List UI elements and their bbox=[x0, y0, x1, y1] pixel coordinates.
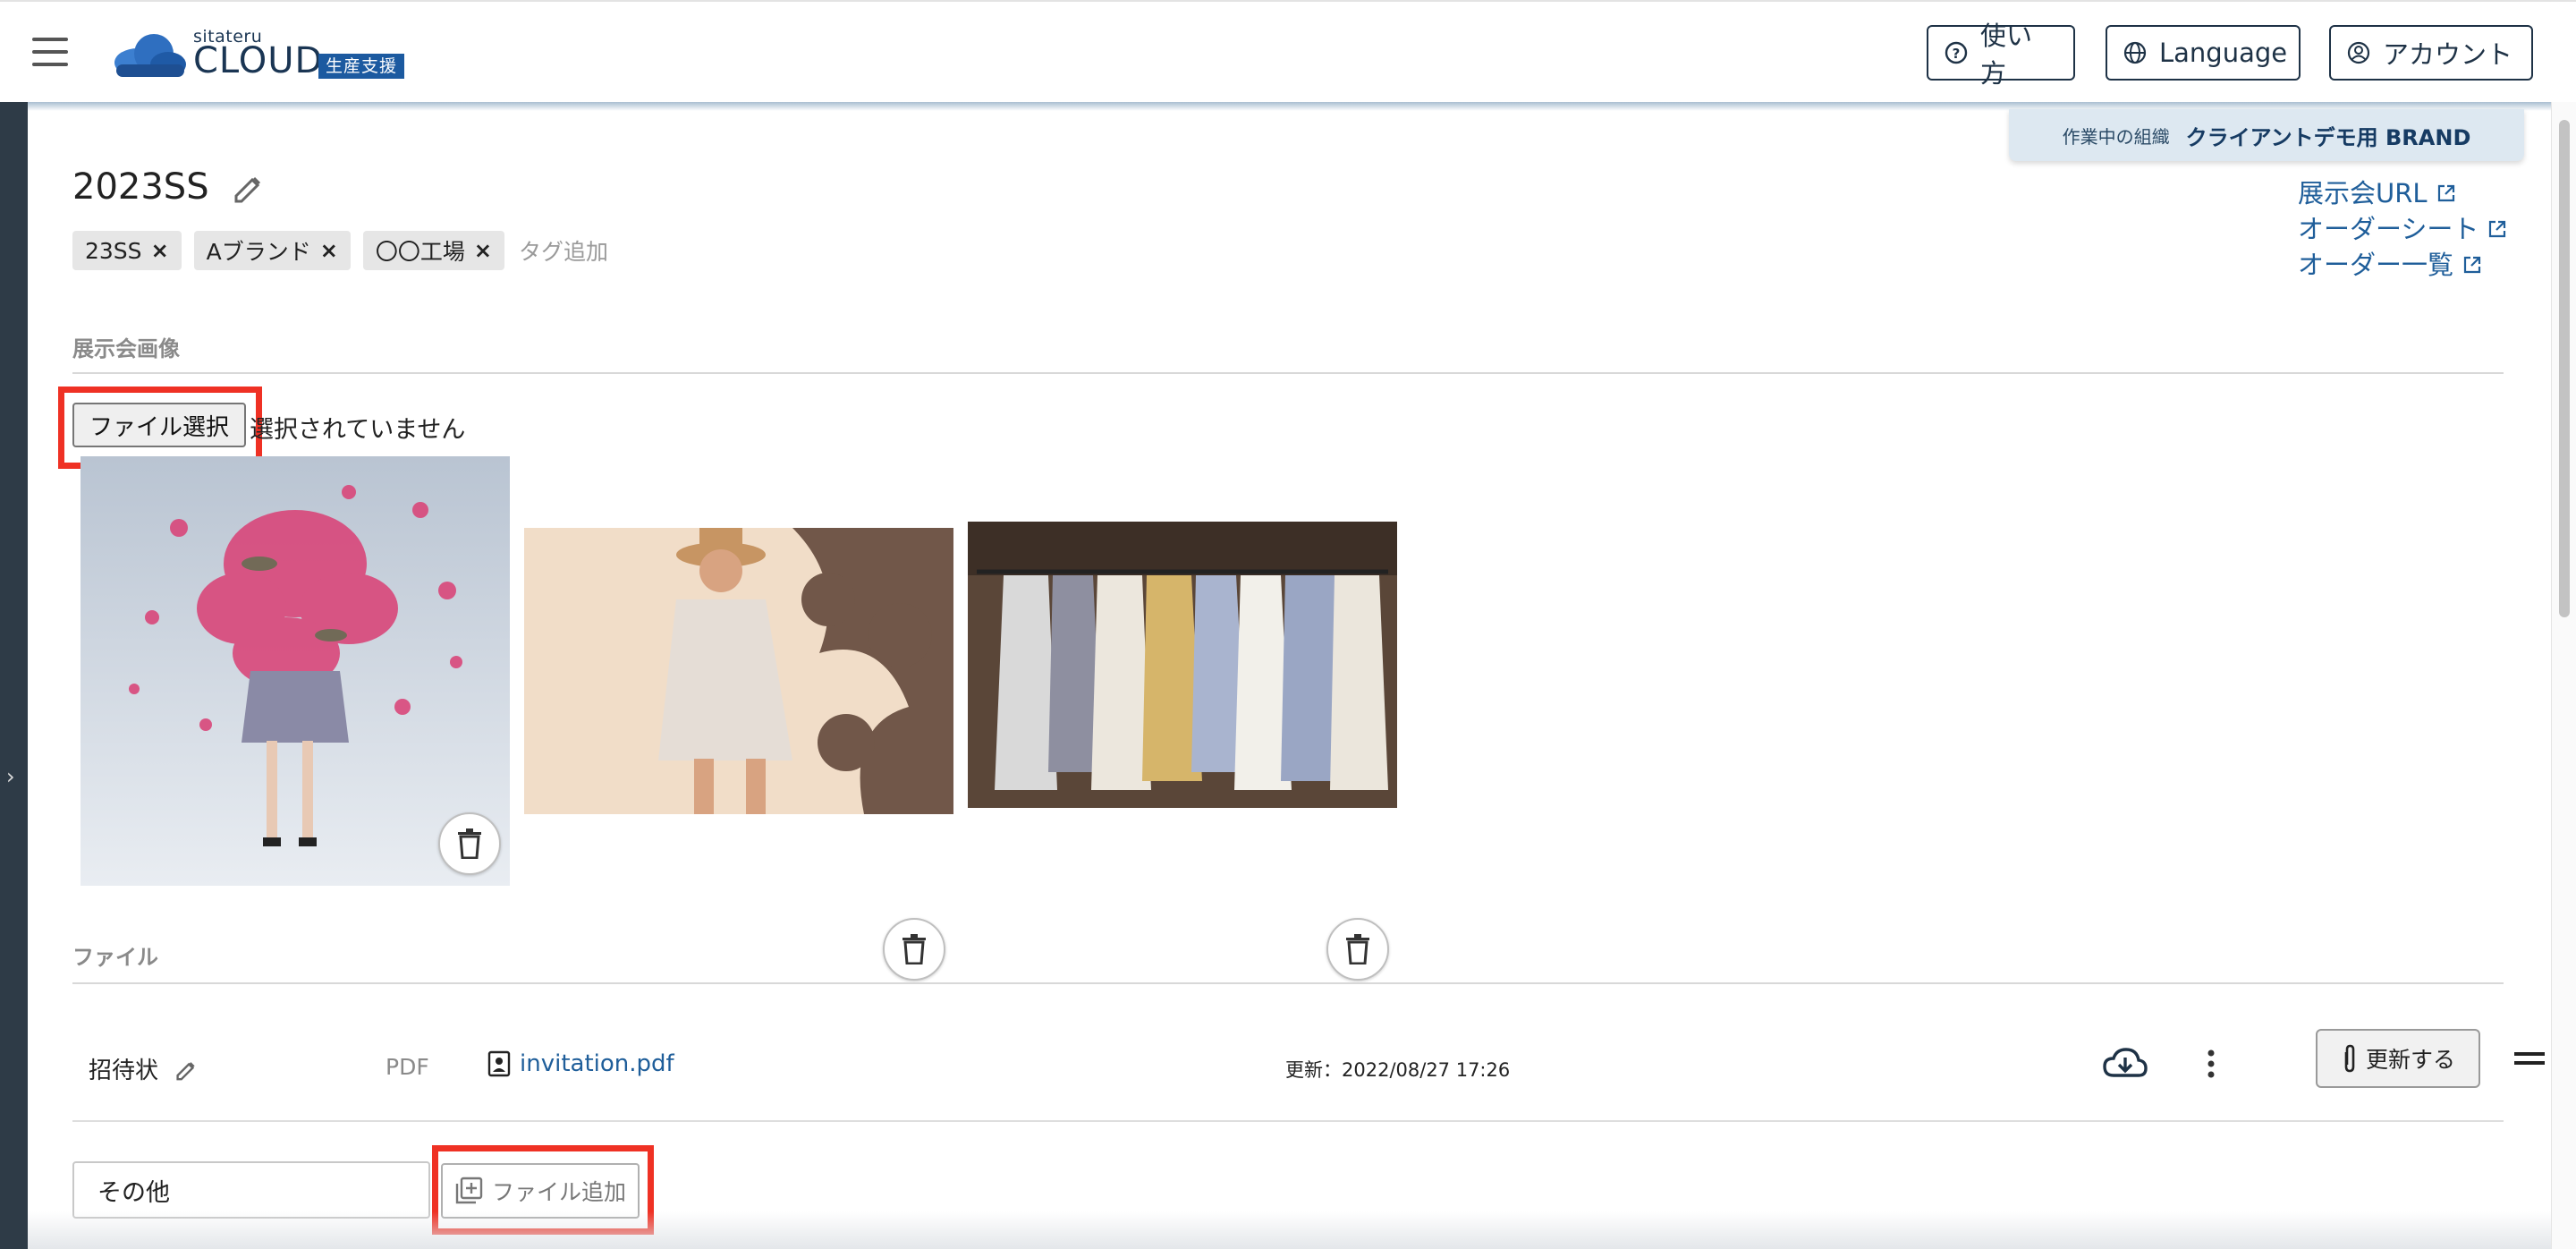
edit-pencil-icon[interactable] bbox=[229, 169, 265, 205]
page-title: 2023SS bbox=[72, 166, 265, 208]
tag-remove-icon[interactable]: × bbox=[474, 238, 492, 263]
more-vertical-icon[interactable] bbox=[2207, 1049, 2216, 1079]
language-label: Language bbox=[2159, 38, 2288, 68]
drag-handle-icon[interactable] bbox=[2514, 1052, 2545, 1065]
cloud-download-icon[interactable] bbox=[2103, 1047, 2148, 1079]
logo-badge: 生産支援 bbox=[318, 54, 405, 79]
chevron-right-icon[interactable]: › bbox=[6, 764, 15, 789]
woman-photo bbox=[524, 528, 953, 814]
delete-image-button[interactable] bbox=[1326, 918, 1389, 981]
external-links: 展示会URL オーダーシート オーダー一覧 bbox=[2298, 175, 2507, 283]
file-name: 招待状 bbox=[89, 1052, 198, 1085]
paperclip-icon bbox=[2341, 1043, 2359, 1074]
tag-chip: 〇〇工場 × bbox=[362, 231, 505, 270]
file-name-label: 招待状 bbox=[89, 1058, 159, 1084]
link-label: オーダー一覧 bbox=[2298, 250, 2454, 280]
sidebar-rail: › bbox=[0, 102, 28, 1249]
files-section-label: ファイル bbox=[72, 945, 158, 970]
delete-image-button[interactable] bbox=[883, 918, 945, 981]
tag-label: 23SS bbox=[85, 237, 142, 264]
scrollbar-thumb[interactable] bbox=[2559, 120, 2570, 617]
external-link-icon bbox=[2487, 219, 2507, 239]
link-label: 展示会URL bbox=[2298, 178, 2428, 208]
bottom-fade bbox=[28, 1211, 2551, 1249]
update-file-button[interactable]: 更新する bbox=[2316, 1029, 2480, 1088]
link-label: オーダーシート bbox=[2298, 214, 2479, 244]
add-file-label: ファイル追加 bbox=[491, 1179, 626, 1205]
file-link[interactable]: invitation.pdf bbox=[487, 1050, 674, 1077]
account-button[interactable]: アカウント bbox=[2329, 25, 2533, 81]
user-circle-icon bbox=[2347, 41, 2370, 64]
trash-icon bbox=[902, 934, 926, 964]
file-category-input[interactable] bbox=[72, 1161, 430, 1219]
add-file-button[interactable]: ファイル追加 bbox=[441, 1163, 640, 1219]
section-divider bbox=[72, 982, 2504, 984]
images-section-label: 展示会画像 bbox=[72, 336, 180, 361]
file-choose-button[interactable]: ファイル選択 bbox=[72, 403, 246, 447]
clothing-rack-photo bbox=[968, 522, 1397, 808]
scrollbar[interactable] bbox=[2551, 102, 2576, 1249]
external-link-icon bbox=[2436, 183, 2456, 203]
exhibition-image bbox=[80, 456, 510, 886]
tag-remove-icon[interactable]: × bbox=[151, 238, 169, 263]
update-file-label: 更新する bbox=[2365, 1047, 2455, 1073]
tag-label: 〇〇工場 bbox=[375, 239, 465, 265]
cloud-logo-icon bbox=[114, 34, 186, 77]
main-content: 作業中の組織 クライアントデモ用 BRAND 2023SS 23SS × Aブラ… bbox=[28, 102, 2551, 1249]
file-row: 招待状 PDF invitation.pdf 更新：2022/08/27 17:… bbox=[72, 1011, 2545, 1122]
file-type: PDF bbox=[386, 1054, 429, 1080]
no-file-selected-text: 選択されていません bbox=[250, 416, 466, 444]
question-circle-icon: ? bbox=[1945, 41, 1968, 64]
delete-image-button[interactable] bbox=[438, 812, 501, 875]
flowers-photo bbox=[80, 456, 510, 886]
hamburger-menu-icon[interactable] bbox=[32, 38, 68, 66]
tag-add-input[interactable]: タグ追加 bbox=[519, 234, 608, 267]
svg-text:?: ? bbox=[1953, 46, 1961, 62]
add-box-icon bbox=[454, 1177, 483, 1205]
exhibition-image bbox=[968, 522, 1397, 808]
language-button[interactable]: Language bbox=[2106, 25, 2301, 81]
tag-chip: Aブランド × bbox=[193, 231, 351, 270]
section-divider bbox=[72, 372, 2504, 374]
sitateru-cloud-logo[interactable]: sitateru CLOUD 生産支援 bbox=[111, 25, 415, 82]
tag-remove-icon[interactable]: × bbox=[320, 238, 338, 263]
exhibition-image bbox=[524, 528, 953, 886]
account-label: アカウント bbox=[2383, 39, 2513, 70]
edit-pencil-icon[interactable] bbox=[173, 1057, 198, 1082]
external-link-icon bbox=[2462, 255, 2482, 275]
tag-label: Aブランド bbox=[206, 239, 311, 265]
tag-list: 23SS × Aブランド × 〇〇工場 × タグ追加 bbox=[72, 231, 608, 270]
project-title: 2023SS bbox=[72, 166, 209, 208]
trash-icon bbox=[1346, 934, 1369, 964]
app-header: sitateru CLOUD 生産支援 ? 使い方 Language アカウント bbox=[0, 0, 2576, 102]
current-organization-banner: 作業中の組織 クライアントデモ用 BRAND bbox=[2009, 109, 2524, 161]
file-updated: 更新：2022/08/27 17:26 bbox=[1285, 1059, 1511, 1081]
trash-icon bbox=[458, 828, 481, 859]
tag-chip: 23SS × bbox=[72, 231, 182, 270]
file-link-label: invitation.pdf bbox=[520, 1050, 674, 1077]
org-label: 作業中の組織 bbox=[2062, 125, 2170, 148]
exhibition-url-link[interactable]: 展示会URL bbox=[2298, 175, 2507, 211]
org-value: クライアントデモ用 BRAND bbox=[2185, 124, 2471, 150]
order-sheet-link[interactable]: オーダーシート bbox=[2298, 211, 2507, 247]
order-list-link[interactable]: オーダー一覧 bbox=[2298, 247, 2507, 283]
help-button[interactable]: ? 使い方 bbox=[1927, 21, 2075, 89]
document-person-icon bbox=[487, 1050, 511, 1077]
help-label: 使い方 bbox=[1980, 21, 2033, 89]
globe-icon bbox=[2123, 41, 2147, 64]
logo-text: CLOUD bbox=[193, 40, 324, 81]
